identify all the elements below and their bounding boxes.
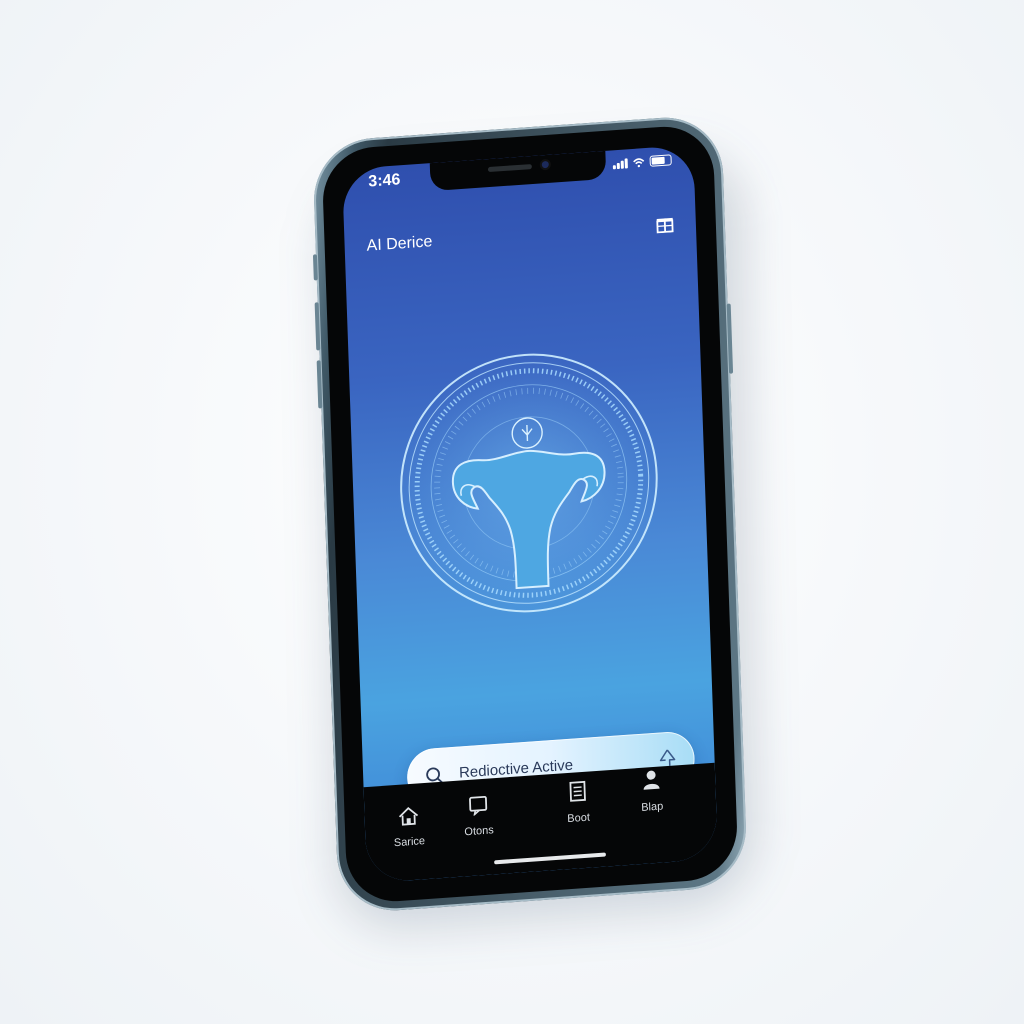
signal-icon — [612, 158, 628, 170]
message-icon — [469, 795, 488, 817]
silent-switch — [312, 254, 318, 281]
notch — [429, 150, 607, 192]
home-icon — [398, 807, 419, 826]
status-icons — [612, 154, 672, 170]
phone-screen: 3:46 AI Derice Redioctive Active Sarice … — [341, 144, 719, 884]
book-icon — [569, 780, 586, 802]
tab-otons[interactable]: Otons — [448, 793, 509, 841]
gift-icon[interactable] — [656, 214, 675, 234]
front-camera — [541, 160, 549, 169]
tab-label: Blap — [641, 800, 664, 814]
status-time: 3:46 — [368, 171, 401, 191]
background: 3:46 AI Derice Redioctive Active Sarice … — [0, 0, 1024, 1024]
app-title: AI Derice — [366, 233, 433, 255]
phone-bezel: 3:46 AI Derice Redioctive Active Sarice … — [321, 123, 739, 905]
tab-label: Otons — [464, 824, 494, 839]
tab-boot[interactable]: Boot — [547, 778, 608, 828]
battery-icon — [649, 154, 672, 167]
tab-blap[interactable]: Blap — [621, 767, 682, 817]
uterus-hologram-icon — [397, 350, 661, 616]
tab-label: Boot — [567, 811, 591, 826]
home-indicator[interactable] — [494, 852, 606, 865]
profile-icon — [643, 770, 660, 790]
tab-label: Sarice — [393, 835, 426, 850]
wifi-icon — [633, 158, 645, 168]
earpiece-speaker — [487, 164, 532, 173]
tab-sarice[interactable]: Sarice — [378, 804, 439, 852]
phone-device: 3:46 AI Derice Redioctive Active Sarice … — [312, 113, 748, 915]
